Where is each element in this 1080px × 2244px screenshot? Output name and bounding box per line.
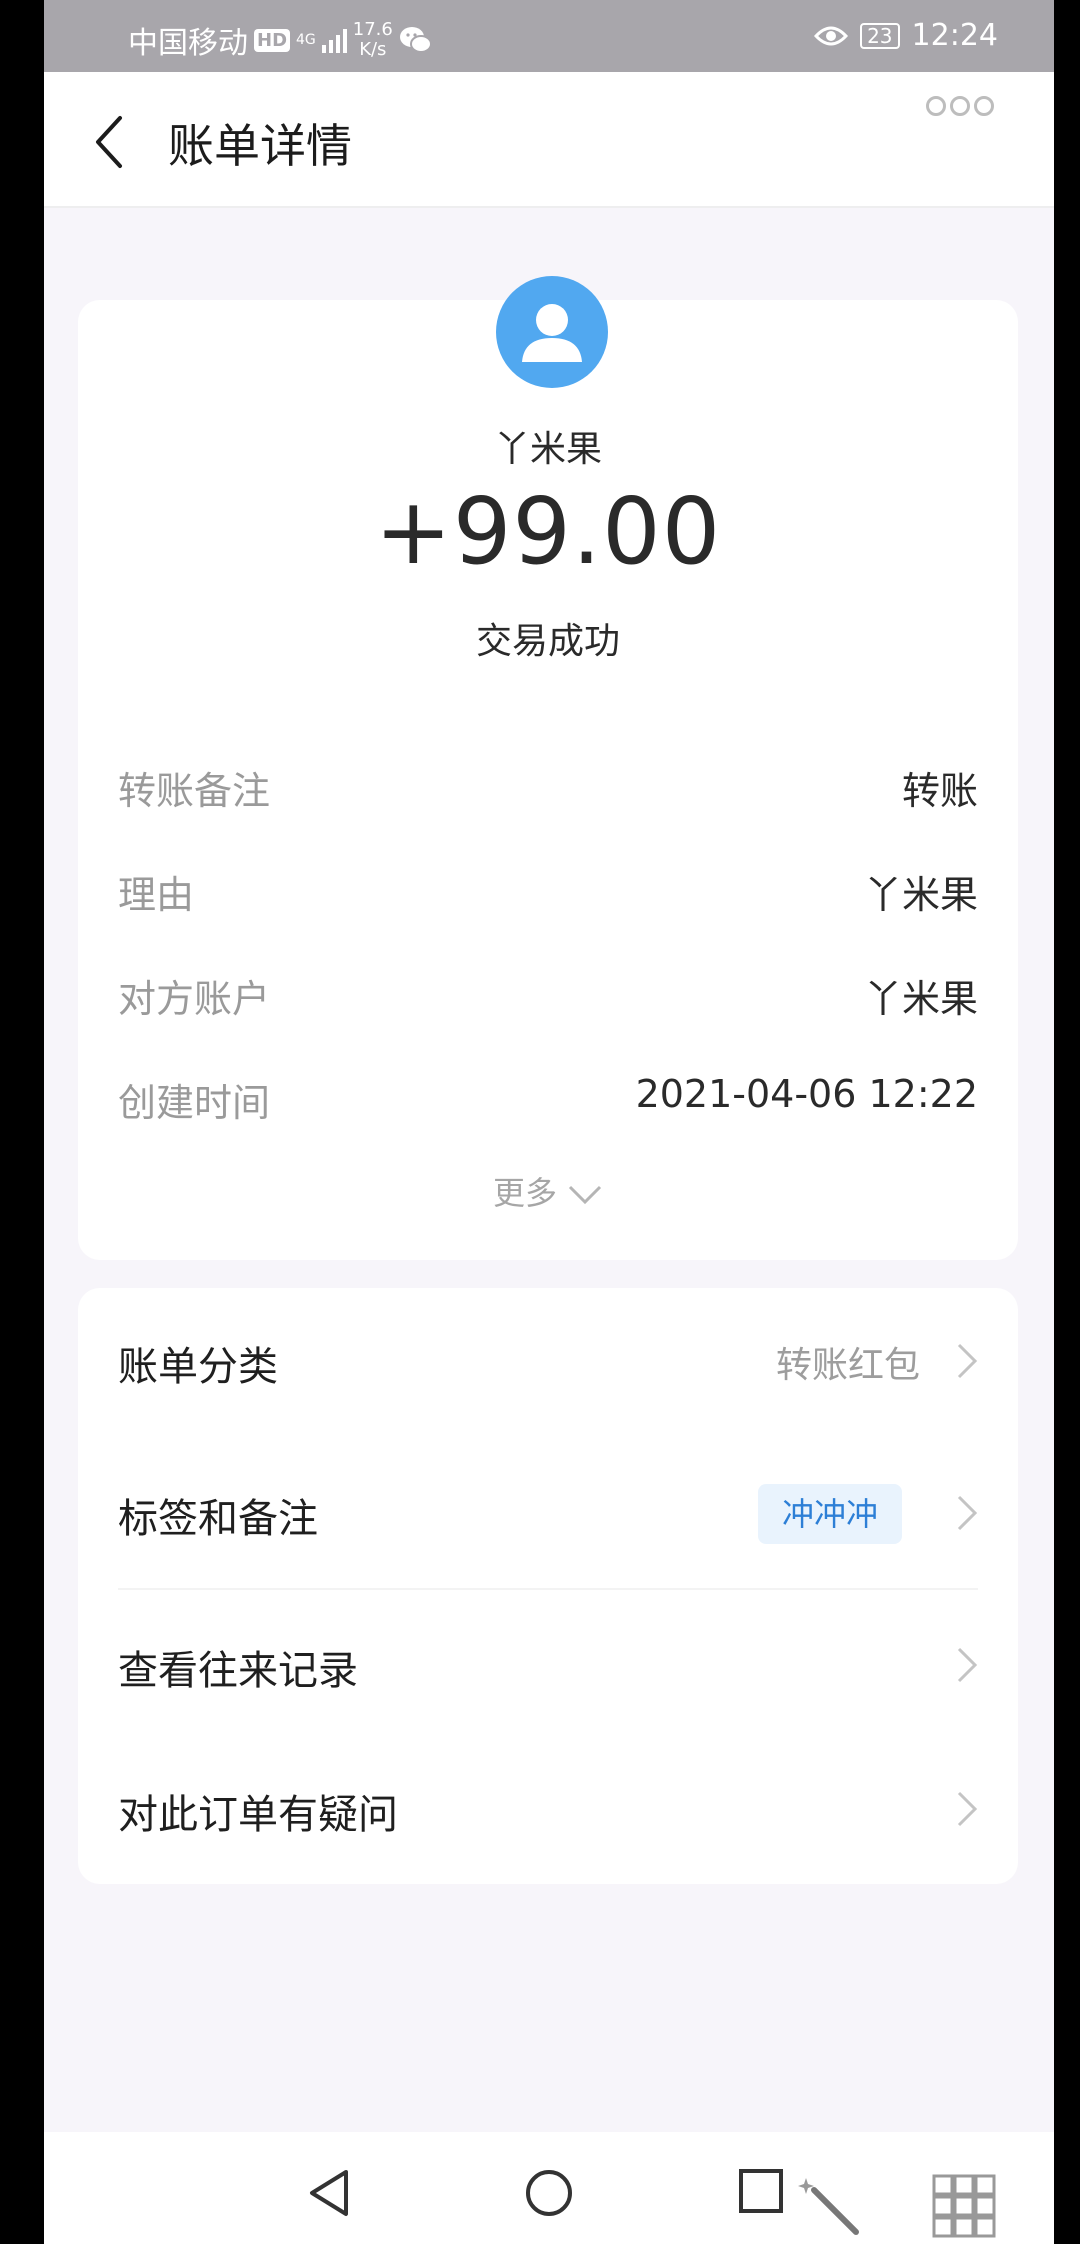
detail-value: 丫米果: [863, 977, 978, 1021]
keyboard-grid-icon[interactable]: [932, 2174, 996, 2238]
payee-name: 丫米果: [493, 429, 602, 470]
battery-indicator: 23: [860, 22, 900, 49]
detail-value: 2021-04-06 12:22: [635, 1072, 978, 1116]
status-time: 12:24: [911, 18, 998, 53]
carrier-name: 中国移动: [128, 26, 248, 61]
speed-value: 17.6: [352, 19, 393, 40]
wechat-icon: [399, 27, 432, 53]
bill-category-row[interactable]: 账单分类 转账红包: [78, 1288, 1018, 1438]
transaction-amount: +99.00: [374, 478, 722, 585]
detail-label: 转账备注: [118, 769, 271, 813]
chevron-right-icon: [957, 1791, 978, 1827]
network-type: 4G: [296, 32, 316, 48]
status-bar: 中国移动 HD 4G 17.6 K/s 23 12:24: [44, 0, 1054, 72]
transaction-history-row[interactable]: 查看往来记录: [78, 1592, 1018, 1742]
bill-actions-card: 账单分类 转账红包 标签和备注 冲冲冲 查看往来记录 对此订单有疑问: [78, 1288, 1018, 1884]
detail-label: 理由: [118, 873, 195, 917]
order-question-row[interactable]: 对此订单有疑问: [78, 1736, 1018, 1886]
more-options-icon[interactable]: [926, 96, 994, 116]
eye-icon: [814, 26, 849, 45]
transaction-summary-card: 丫米果 +99.00 交易成功 转账备注 转账 理由 丫米果 对方账户 丫米果 …: [78, 276, 1018, 1260]
tags-notes-row[interactable]: 标签和备注 冲冲冲: [78, 1440, 1018, 1590]
system-nav-bar: [44, 2132, 1054, 2244]
magic-wand-icon[interactable]: [796, 2172, 866, 2240]
more-label: 更多: [492, 1174, 557, 1212]
detail-value: 丫米果: [863, 873, 978, 917]
detail-row-created-time: 创建时间 2021-04-06 12:22: [118, 1072, 978, 1132]
user-avatar-icon: [522, 304, 582, 362]
phone-screen: 中国移动 HD 4G 17.6 K/s 23 12:24 账单详情 丫米果 +9…: [44, 0, 1054, 2244]
nav-back-icon[interactable]: [306, 2168, 352, 2218]
divider: [118, 1588, 978, 1590]
menu-label: 对此订单有疑问: [118, 1792, 398, 1838]
menu-label: 查看往来记录: [118, 1648, 358, 1694]
page-header: 账单详情: [44, 72, 1054, 208]
bill-category-value: 转账红包: [775, 1345, 920, 1386]
tag-badge: 冲冲冲: [757, 1484, 902, 1544]
detail-row-account: 对方账户 丫米果: [118, 968, 978, 1028]
chevron-right-icon: [957, 1343, 978, 1379]
page-title: 账单详情: [168, 119, 352, 173]
nav-recent-apps-icon[interactable]: [738, 2168, 784, 2214]
detail-label: 对方账户: [118, 977, 271, 1021]
signal-icon: [321, 27, 347, 53]
hd-badge: HD: [254, 28, 291, 52]
nav-home-icon[interactable]: [524, 2168, 574, 2218]
chevron-right-icon: [957, 1647, 978, 1683]
chevron-down-icon: [568, 1185, 602, 1205]
transaction-status: 交易成功: [475, 621, 620, 662]
chevron-right-icon: [957, 1495, 978, 1531]
menu-label: 标签和备注: [118, 1496, 318, 1542]
detail-row-remark: 转账备注 转账: [118, 760, 978, 820]
network-speed: 17.6 K/s: [353, 20, 393, 60]
detail-label: 创建时间: [118, 1081, 271, 1125]
detail-value: 转账: [901, 769, 978, 813]
menu-label: 账单分类: [118, 1344, 278, 1390]
more-details-toggle[interactable]: 更多: [78, 1168, 1018, 1214]
detail-row-reason: 理由 丫米果: [118, 864, 978, 924]
speed-unit: K/s: [359, 39, 387, 60]
back-arrow-icon[interactable]: [88, 114, 138, 170]
avatar: [496, 276, 608, 388]
